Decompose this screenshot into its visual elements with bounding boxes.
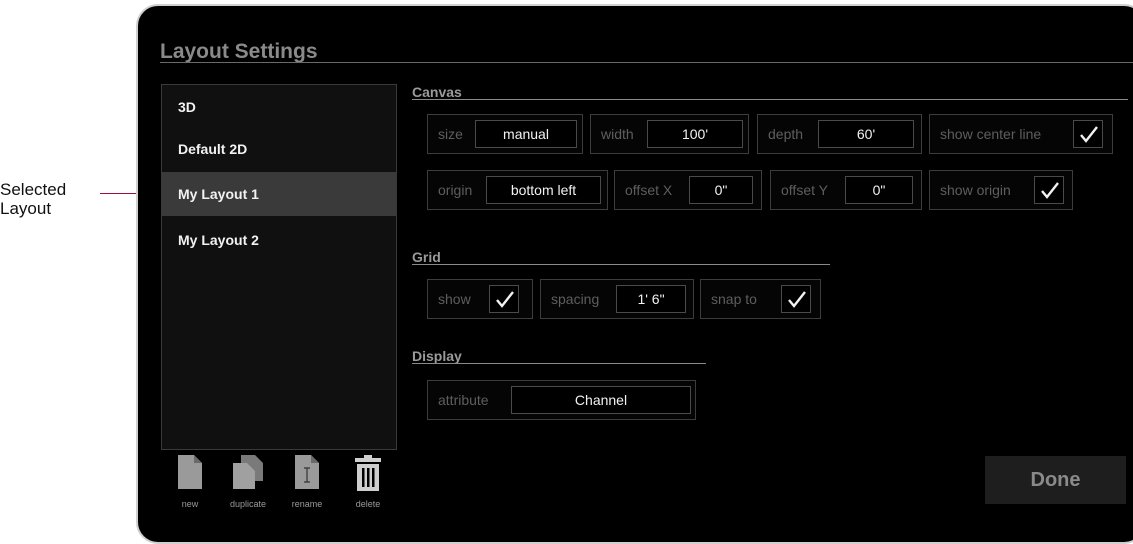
grid-spacing-label: spacing xyxy=(551,291,600,307)
layout-item-my-layout-2[interactable]: My Layout 2 xyxy=(162,218,396,262)
new-layout-button[interactable]: new xyxy=(160,455,220,513)
grid-show-label: show xyxy=(438,291,471,307)
layout-item-default-2d[interactable]: Default 2D xyxy=(162,127,396,171)
offset-y-field[interactable]: offset Y 0" xyxy=(770,170,922,210)
annotation-line-2: Layout xyxy=(0,199,52,218)
offset-x-field[interactable]: offset X 0" xyxy=(614,170,762,210)
layout-list[interactable]: 3D Default 2D My Layout 1 My Layout 2 xyxy=(161,84,397,450)
size-field[interactable]: size manual xyxy=(427,114,583,154)
snap-to-field[interactable]: snap to xyxy=(700,279,821,319)
width-field[interactable]: width 100' xyxy=(590,114,749,154)
attribute-value[interactable]: Channel xyxy=(511,386,691,414)
offset-x-label: offset X xyxy=(625,182,673,198)
width-value[interactable]: 100' xyxy=(647,120,743,148)
selected-layout-annotation: Selected Layout xyxy=(0,180,104,218)
offset-y-value[interactable]: 0" xyxy=(845,176,913,204)
attribute-label: attribute xyxy=(438,392,489,408)
trash-icon xyxy=(338,455,398,491)
layout-item-my-layout-1[interactable]: My Layout 1 xyxy=(162,172,396,216)
new-label: new xyxy=(181,499,199,509)
snap-to-checkbox[interactable] xyxy=(781,285,811,313)
origin-value[interactable]: bottom left xyxy=(486,176,601,204)
done-button[interactable]: Done xyxy=(985,456,1126,504)
grid-show-checkbox[interactable] xyxy=(489,285,519,313)
canvas-divider xyxy=(412,99,1128,100)
canvas-heading: Canvas xyxy=(412,84,462,100)
width-label: width xyxy=(601,126,634,142)
depth-value[interactable]: 60' xyxy=(818,120,914,148)
origin-label: origin xyxy=(438,182,473,198)
new-document-icon xyxy=(160,455,220,489)
depth-field[interactable]: depth 60' xyxy=(757,114,922,154)
size-value[interactable]: manual xyxy=(475,120,577,148)
depth-label: depth xyxy=(768,126,804,142)
layout-item-3d[interactable]: 3D xyxy=(162,85,396,129)
snap-to-label: snap to xyxy=(711,291,757,307)
display-heading: Display xyxy=(412,348,462,364)
attribute-field[interactable]: attribute Channel xyxy=(427,380,696,420)
title-divider xyxy=(160,62,1133,63)
delete-label: delete xyxy=(355,499,381,509)
offset-y-label: offset Y xyxy=(781,182,828,198)
offset-x-value[interactable]: 0" xyxy=(689,176,753,204)
grid-divider xyxy=(412,264,830,265)
delete-layout-button[interactable]: delete xyxy=(338,455,398,513)
grid-show-field[interactable]: show xyxy=(427,279,533,319)
duplicate-label: duplicate xyxy=(229,499,267,509)
display-divider xyxy=(412,363,706,364)
grid-heading: Grid xyxy=(412,249,441,265)
show-center-line-field[interactable]: show center line xyxy=(929,114,1113,154)
annotation-line-1: Selected xyxy=(0,180,67,199)
show-origin-field[interactable]: show origin xyxy=(929,170,1073,210)
show-center-line-checkbox[interactable] xyxy=(1073,120,1103,148)
rename-label: rename xyxy=(291,499,323,509)
size-label: size xyxy=(438,126,463,142)
grid-spacing-value[interactable]: 1' 6" xyxy=(616,285,686,313)
show-center-line-label: show center line xyxy=(940,126,1042,142)
origin-field[interactable]: origin bottom left xyxy=(427,170,608,210)
page-title: Layout Settings xyxy=(160,40,318,63)
show-origin-checkbox[interactable] xyxy=(1034,176,1064,204)
rename-icon xyxy=(277,455,337,489)
duplicate-icon xyxy=(218,455,278,489)
duplicate-layout-button[interactable]: duplicate xyxy=(218,455,278,513)
grid-spacing-field[interactable]: spacing 1' 6" xyxy=(540,279,694,319)
rename-layout-button[interactable]: rename xyxy=(277,455,337,513)
show-origin-label: show origin xyxy=(940,182,1011,198)
